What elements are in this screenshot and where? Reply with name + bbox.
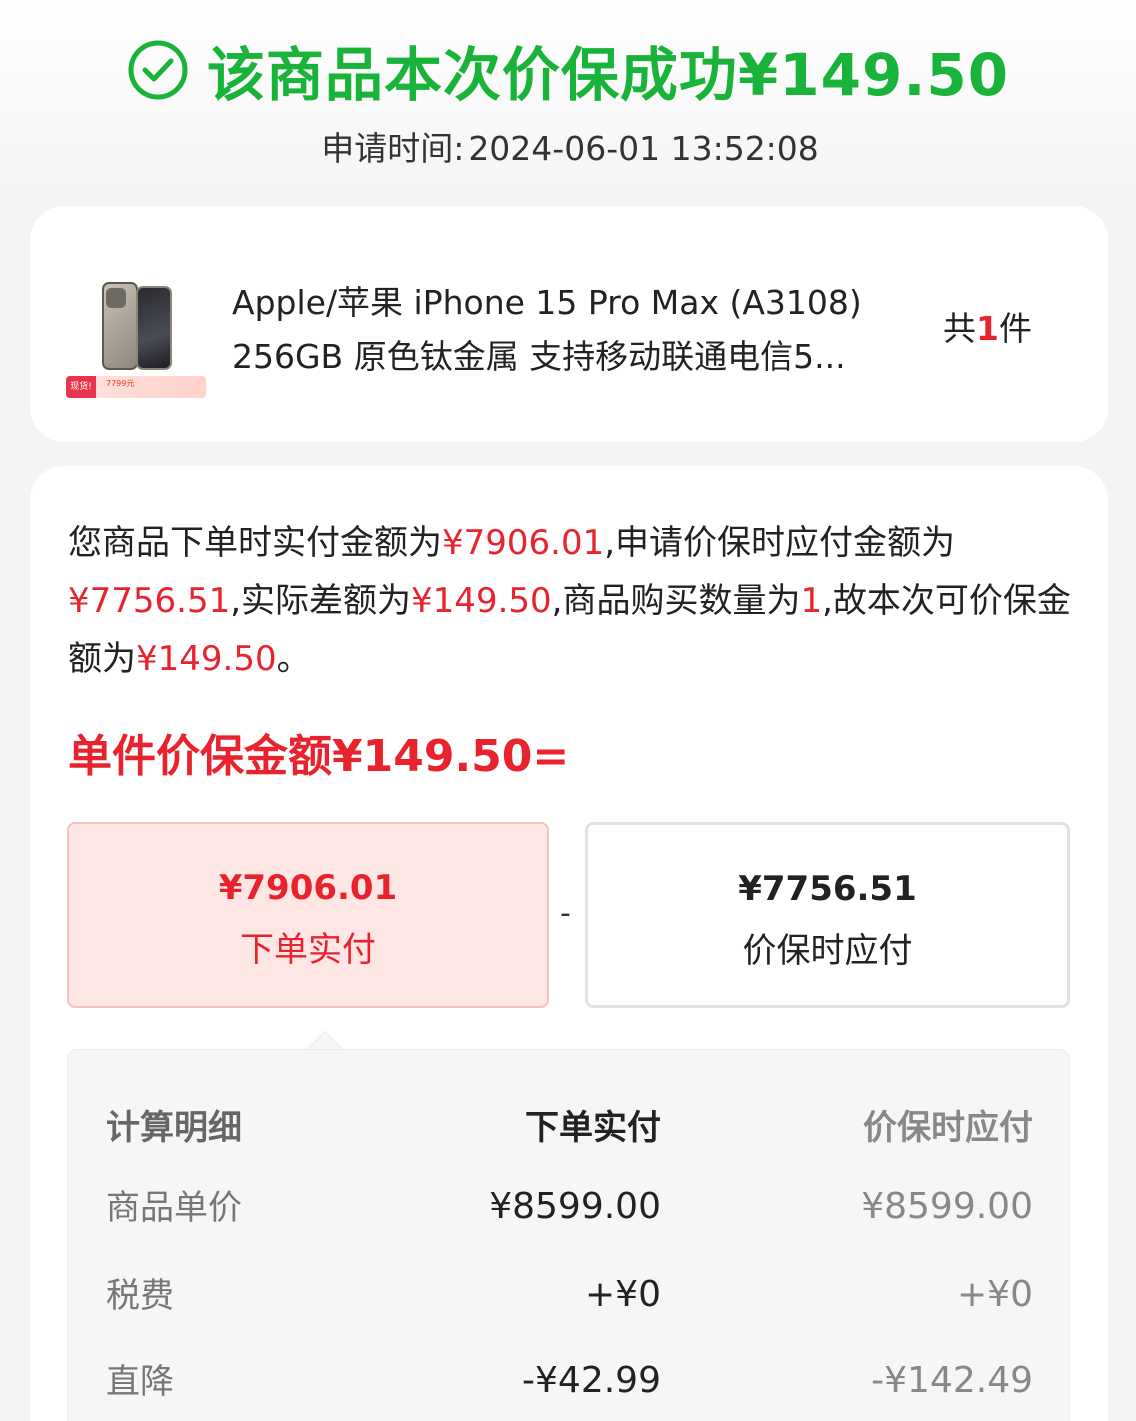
explain-protect-amount: ¥149.50 <box>136 639 277 679</box>
calc-row-direct-discount: 直降 -¥42.99 -¥142.49 <box>68 1354 1071 1414</box>
price-protection-page: 该商品本次价保成功¥149.50 申请时间: 2024-06-01 13:52:0… <box>0 0 1136 1421</box>
calc-row-unit-price: 商品单价 ¥8599.00 ¥8599.00 <box>68 1180 1071 1240</box>
minus-sign: - <box>560 896 571 931</box>
explain-part: 。 <box>276 639 311 679</box>
calc-header-item: 计算明细 <box>106 1108 242 1148</box>
apply-time-value: 2024-06-01 13:52:08 <box>468 129 819 168</box>
protect-payable-label: 价保时应付 <box>742 931 913 971</box>
calc-row-order-paid: +¥0 <box>585 1274 661 1315</box>
calc-row-label: 税费 <box>106 1276 174 1316</box>
explain-order-paid: ¥7906.01 <box>442 523 605 563</box>
apply-time: 申请时间: 2024-06-01 13:52:08 <box>0 122 1136 170</box>
calc-header-row: 计算明细 下单实付 价保时应付 <box>68 1100 1071 1160</box>
calc-row-tax: 税费 +¥0 +¥0 <box>68 1268 1071 1328</box>
calc-row-label: 直降 <box>106 1362 174 1402</box>
title-row: 该商品本次价保成功¥149.50 <box>0 30 1136 110</box>
explain-part: ,商品购买数量为 <box>551 581 801 621</box>
calc-row-protect-payable: +¥0 <box>957 1274 1033 1315</box>
qty-prefix: 共 <box>943 309 977 348</box>
product-name[interactable]: Apple/苹果 iPhone 15 Pro Max (A3108) 256GB… <box>232 276 900 384</box>
result-header: 该商品本次价保成功¥149.50 申请时间: 2024-06-01 13:52:0… <box>0 30 1136 170</box>
explain-difference: ¥149.50 <box>411 581 552 621</box>
calc-row-label: 商品单价 <box>106 1188 242 1228</box>
product-name-line1: Apple/苹果 iPhone 15 Pro Max (A3108) <box>232 283 862 322</box>
explain-protect-payable: ¥7756.51 <box>68 581 231 621</box>
order-paid-amount: ¥7906.01 <box>218 868 398 908</box>
order-paid-box[interactable]: ¥7906.01 下单实付 <box>67 822 549 1008</box>
explain-quantity: 1 <box>800 581 823 621</box>
thumbnail-badge: 现货! <box>66 376 96 398</box>
product-name-line2: 256GB 原色钛金属 支持移动联通电信5... <box>232 337 846 376</box>
explain-part: ,实际差额为 <box>230 581 412 621</box>
thumbnail-price: 7799元 <box>106 379 135 388</box>
explain-part: 您商品下单时实付金额为 <box>68 523 442 563</box>
phone-front-image <box>136 286 172 370</box>
product-thumbnail[interactable]: 现货! 7799元 <box>66 258 206 400</box>
calc-header-protect-payable: 价保时应付 <box>863 1108 1033 1148</box>
result-title: 该商品本次价保成功¥149.50 <box>206 41 1010 109</box>
protect-payable-box[interactable]: ¥7756.51 价保时应付 <box>585 822 1070 1008</box>
calc-header-order-paid: 下单实付 <box>525 1108 661 1148</box>
qty-suffix: 件 <box>999 309 1032 348</box>
detail-card: 您商品下单时实付金额为¥7906.01,申请价保时应付金额为¥7756.51,实… <box>30 466 1108 1421</box>
calculation-details: 计算明细 下单实付 价保时应付 商品单价 ¥8599.00 ¥8599.00 税… <box>67 1049 1070 1421</box>
apply-time-label: 申请时间: <box>321 129 465 168</box>
protect-payable-amount: ¥7756.51 <box>738 869 917 909</box>
calc-row-protect-payable: -¥142.49 <box>871 1360 1033 1401</box>
calc-row-order-paid: -¥42.99 <box>522 1360 661 1401</box>
order-paid-label: 下单实付 <box>240 930 376 970</box>
explanation-text: 您商品下单时实付金额为¥7906.01,申请价保时应付金额为 ¥7756.51,实… <box>68 514 1078 688</box>
quantity-label: 共1件 <box>943 302 1032 350</box>
calc-row-order-paid: ¥8599.00 <box>489 1186 661 1227</box>
explain-part: ,申请价保时应付金额为 <box>604 523 956 563</box>
product-card[interactable]: 现货! 7799元 Apple/苹果 iPhone 15 Pro Max (A3… <box>30 206 1108 442</box>
check-circle-icon <box>128 40 188 100</box>
calc-row-protect-payable: ¥8599.00 <box>861 1186 1033 1227</box>
camera-module <box>106 288 126 308</box>
unit-protection-amount: 单件价保金额¥149.50= <box>68 731 570 782</box>
qty-number: 1 <box>976 309 999 348</box>
